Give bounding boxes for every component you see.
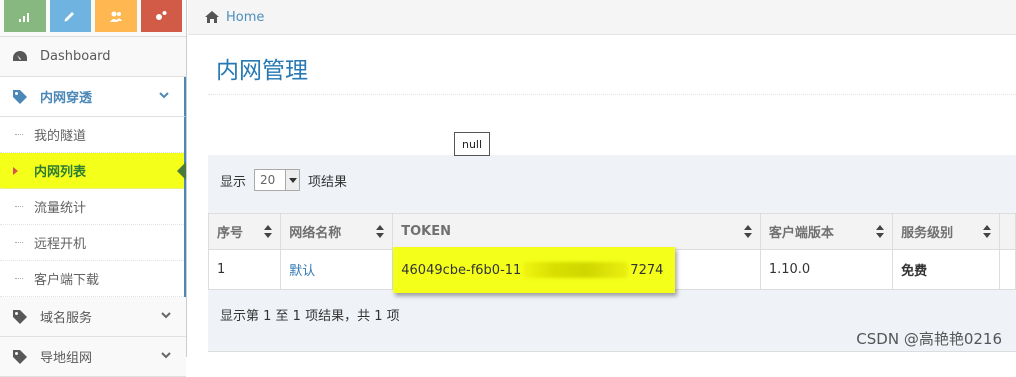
page-length-select[interactable]: 20 — [254, 169, 301, 191]
cogs-shortcut-button[interactable] — [140, 0, 182, 32]
sidebar-item-intranet-list[interactable]: 内网列表 — [0, 153, 186, 189]
col-header-overflow — [999, 213, 1016, 250]
tag-icon — [10, 87, 30, 107]
sidebar-item-label: 客户端下载 — [34, 273, 100, 288]
header-label: 服务级别 — [901, 226, 954, 241]
pagination-strip — [208, 351, 1016, 357]
cell-overflow — [999, 249, 1016, 290]
length-suffix: 项结果 — [308, 174, 348, 190]
breadcrumb: Home — [188, 0, 1016, 35]
nav-domain-group-label: 域名服务 — [40, 311, 93, 326]
token-highlight: 46049cbe-f6b0-11 7274 — [393, 247, 676, 293]
breadcrumb-home-link[interactable]: Home — [226, 10, 264, 25]
token-redacted — [523, 262, 629, 278]
col-header-token[interactable]: TOKEN — [392, 213, 761, 250]
sort-icon — [743, 225, 752, 239]
token-end: 7274 — [630, 262, 664, 278]
col-header-index[interactable]: 序号 — [207, 213, 282, 250]
nav-domain-group[interactable]: 域名服务 — [0, 297, 186, 337]
sort-icon — [876, 225, 885, 239]
col-header-level[interactable]: 服务级别 — [892, 213, 1001, 250]
dropdown-arrow-icon — [285, 170, 300, 190]
sidebar-item-traffic-stats[interactable]: 流量统计 — [0, 189, 184, 225]
page-length-value: 20 — [260, 173, 276, 187]
table-info: 显示第 1 至 1 项结果，共 1 项 — [220, 309, 400, 324]
length-prefix: 显示 — [220, 174, 247, 190]
signal-shortcut-button[interactable] — [4, 0, 46, 32]
table-header-row: 序号 网络名称 TOKEN 客户端版本 服务级别 — [207, 213, 1016, 250]
chevron-down-icon — [160, 309, 172, 321]
chevron-down-icon — [160, 349, 172, 361]
tachometer-icon — [10, 47, 30, 67]
table-row: 1 默认 46049cbe-f6b0-11 7274 1.10.0 免费 — [207, 247, 1016, 293]
cogs-icon — [156, 11, 167, 20]
cell-token: 46049cbe-f6b0-11 7274 — [392, 247, 761, 293]
token-start: 46049cbe-f6b0-11 — [401, 262, 522, 278]
cell-level: 免费 — [892, 249, 1001, 290]
pencil-icon — [64, 12, 75, 22]
nav-dashboard-label: Dashboard — [40, 49, 111, 64]
sort-icon — [264, 225, 273, 239]
users-icon — [109, 11, 122, 22]
main-content: Home 内网管理 显示 20 项结果 序号 网络名称 TOKEN 客户端版本 … — [188, 0, 1016, 357]
sort-icon — [983, 225, 992, 239]
cell-version: 1.10.0 — [759, 249, 894, 290]
cell-index: 1 — [207, 249, 282, 290]
tooltip: null — [454, 132, 490, 156]
chevron-down-icon — [158, 89, 170, 101]
users-shortcut-button[interactable] — [95, 0, 137, 32]
page-length-control: 显示 20 项结果 — [220, 169, 347, 191]
watermark: CSDN @高艳艳0216 — [856, 330, 1002, 348]
nav-last-group[interactable]: 导地组网 — [0, 337, 186, 377]
network-name-link[interactable]: 默认 — [289, 264, 315, 279]
header-label: 序号 — [217, 226, 244, 241]
sidebar-item-remote-boot[interactable]: 远程开机 — [0, 225, 184, 261]
shortcut-bar — [0, 0, 186, 37]
active-caret — [177, 162, 186, 180]
home-icon — [205, 11, 219, 23]
sort-icon — [376, 225, 385, 239]
nav-dashboard[interactable]: Dashboard — [0, 37, 186, 77]
sidebar-item-label: 远程开机 — [34, 237, 87, 252]
sidebar-item-label: 内网列表 — [34, 165, 87, 180]
tag-icon — [10, 307, 30, 327]
col-header-name[interactable]: 网络名称 — [280, 213, 394, 250]
page-header: 内网管理 — [208, 45, 1016, 95]
col-header-version[interactable]: 客户端版本 — [759, 213, 894, 250]
tunnel-submenu: 我的隧道 内网列表 流量统计 远程开机 客户端下载 — [0, 117, 186, 297]
sidebar: Dashboard 内网穿透 我的隧道 内网列表 流量统计 远程开机 客户端下载… — [0, 0, 187, 377]
pencil-shortcut-button[interactable] — [49, 0, 91, 32]
sidebar-item-client-download[interactable]: 客户端下载 — [0, 261, 184, 297]
signal-icon — [18, 13, 29, 22]
sidebar-item-label: 流量统计 — [34, 201, 87, 216]
intranet-table: 序号 网络名称 TOKEN 客户端版本 服务级别 1 默认 46049cbe-f… — [207, 213, 1016, 293]
nav-tunnel-group[interactable]: 内网穿透 — [0, 77, 186, 117]
page-title: 内网管理 — [216, 58, 308, 84]
sidebar-item-my-tunnels[interactable]: 我的隧道 — [0, 117, 184, 153]
header-label: TOKEN — [401, 224, 452, 239]
header-label: 网络名称 — [289, 226, 342, 241]
header-label: 客户端版本 — [768, 226, 834, 241]
cell-name: 默认 — [280, 249, 394, 290]
sidebar-item-label: 我的隧道 — [34, 129, 87, 144]
nav-tunnel-group-label: 内网穿透 — [40, 91, 93, 106]
table-panel: 显示 20 项结果 序号 网络名称 TOKEN 客户端版本 服务级别 1 默认 … — [207, 155, 1016, 357]
